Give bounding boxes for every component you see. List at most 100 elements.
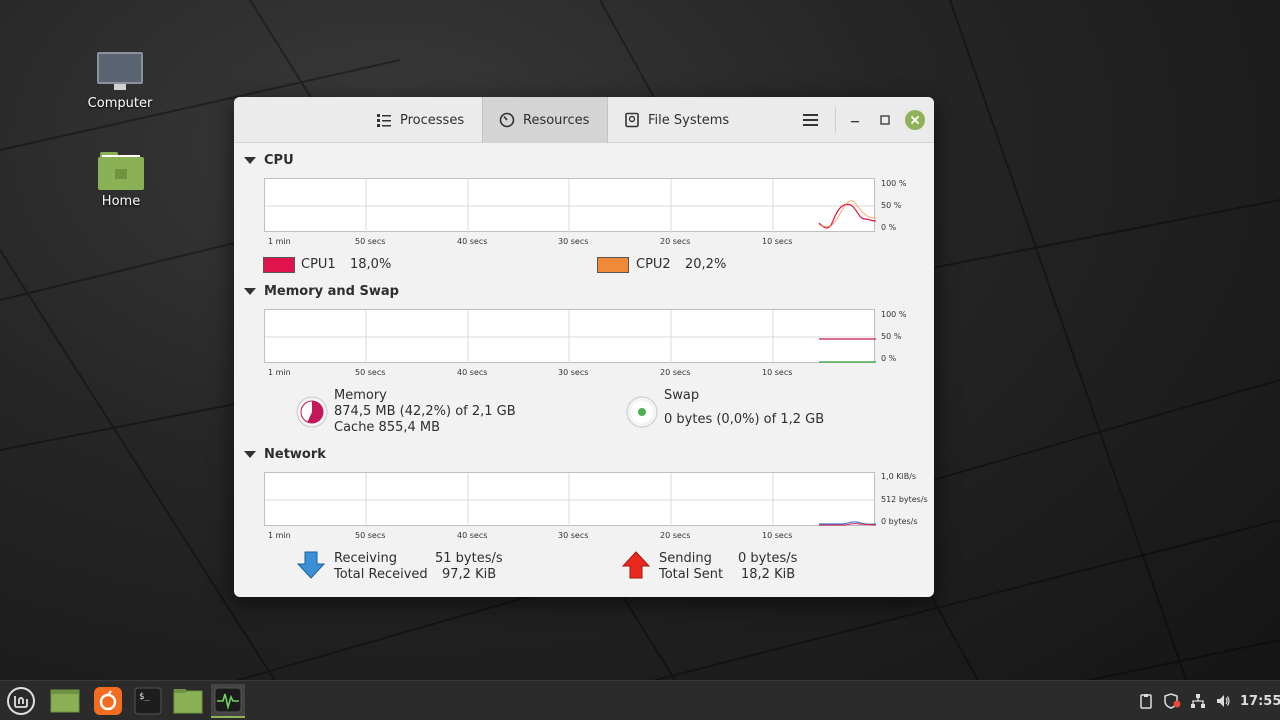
network-x-label: 30 secs [558, 531, 589, 540]
network-x-label: 20 secs [660, 531, 691, 540]
memory-x-label: 30 secs [558, 368, 589, 377]
total-sent-label: Total Sent [659, 567, 724, 582]
desktop-icon-computer[interactable]: Computer [80, 52, 160, 111]
cpu-y-label: 50 % [881, 201, 902, 210]
clock[interactable]: 17:55 [1240, 694, 1280, 709]
maximize-icon [880, 115, 890, 125]
section-title: CPU [264, 153, 294, 168]
mint-logo-icon [7, 687, 35, 715]
section-title: Memory and Swap [264, 284, 399, 299]
menu-button[interactable] [801, 110, 821, 130]
cpu2-label: CPU2 [636, 257, 671, 272]
memory-x-label: 20 secs [660, 368, 691, 377]
shield-update-icon[interactable] [1163, 693, 1181, 709]
desktop-icon-label: Computer [87, 96, 153, 111]
minimize-icon [851, 121, 859, 123]
cpu1-label: CPU1 [301, 257, 336, 272]
network-y-label: 512 bytes/s [881, 495, 928, 504]
expander-icon [244, 451, 256, 458]
close-button[interactable] [905, 110, 925, 130]
tab-file-systems[interactable]: File Systems [608, 97, 738, 143]
tab-processes[interactable]: Processes [360, 97, 482, 143]
disk-icon [625, 112, 639, 128]
system-monitor-window: Processes Resources File Systems CPU 100… [234, 97, 934, 597]
cpu2-value: 20,2% [685, 257, 727, 272]
swap-pie-icon[interactable] [626, 396, 658, 428]
gauge-icon [499, 112, 515, 128]
desktop-icon [50, 689, 80, 713]
show-desktop-button[interactable] [48, 684, 82, 718]
firefox-icon [94, 687, 122, 715]
memory-section-header[interactable]: Memory and Swap [244, 284, 399, 299]
memory-y-label: 0 % [881, 354, 897, 363]
cpu1-color-swatch[interactable] [263, 257, 295, 273]
expander-icon [244, 288, 256, 295]
network-y-label: 0 bytes/s [881, 517, 918, 526]
cpu1-value: 18,0% [350, 257, 392, 272]
download-arrow-icon[interactable] [296, 550, 326, 580]
memory-y-label: 50 % [881, 332, 902, 341]
svg-text:$_: $_ [139, 692, 150, 702]
receiving-line [819, 521, 876, 525]
tab-resources[interactable]: Resources [482, 97, 608, 143]
total-received-value: 97,2 KiB [442, 567, 497, 582]
cpu-y-label: 100 % [881, 179, 907, 188]
memory-x-label: 40 secs [457, 368, 488, 377]
desktop-icon-label: Home [101, 194, 141, 209]
firefox-launcher[interactable] [91, 684, 125, 718]
network-x-label: 50 secs [355, 531, 386, 540]
receiving-label: Receiving [334, 551, 398, 566]
cpu-x-label: 20 secs [660, 237, 691, 246]
cpu-graph [264, 178, 876, 233]
terminal-icon: $_ [134, 687, 162, 715]
memory-x-label: 10 secs [762, 368, 793, 377]
cpu-x-label: 40 secs [457, 237, 488, 246]
system-monitor-taskbar-item[interactable] [211, 684, 245, 718]
titlebar: Processes Resources File Systems [234, 97, 934, 143]
network-section-header[interactable]: Network [244, 447, 326, 462]
taskbar: $_ 17:55 [0, 680, 1280, 720]
cpu-section-header[interactable]: CPU [244, 153, 294, 168]
folder-icon [173, 689, 203, 714]
sending-value: 0 bytes/s [738, 551, 798, 566]
upload-arrow-icon[interactable] [621, 550, 651, 580]
desktop-icon-home[interactable]: Home [81, 152, 161, 209]
terminal-launcher[interactable]: $_ [131, 684, 165, 718]
sending-label: Sending [659, 551, 712, 566]
clipboard-icon[interactable] [1138, 693, 1154, 709]
maximize-button[interactable] [875, 110, 895, 130]
tab-label: Processes [400, 112, 465, 128]
close-icon [910, 115, 920, 125]
total-sent-value: 18,2 KiB [741, 567, 796, 582]
memory-x-label: 50 secs [355, 368, 386, 377]
network-x-label: 40 secs [457, 531, 488, 540]
menu-button[interactable] [4, 684, 38, 718]
swap-label: Swap [664, 388, 700, 403]
memory-pie-icon[interactable] [296, 396, 328, 428]
cpu-y-label: 0 % [881, 223, 897, 232]
cpu-x-label: 1 min [268, 237, 291, 246]
memory-x-label: 1 min [268, 368, 291, 377]
minimize-button[interactable] [845, 110, 865, 130]
cpu2-color-swatch[interactable] [597, 257, 629, 273]
cpu-x-label: 10 secs [762, 237, 793, 246]
total-received-label: Total Received [334, 567, 428, 582]
section-title: Network [264, 447, 326, 462]
network-x-label: 1 min [268, 531, 291, 540]
computer-icon [96, 52, 144, 92]
network-icon[interactable] [1190, 693, 1206, 709]
cpu-x-label: 50 secs [355, 237, 386, 246]
swap-value: 0 bytes (0,0%) of 1,2 GB [664, 412, 825, 427]
home-folder-icon [98, 152, 144, 190]
activity-monitor-icon [214, 687, 242, 713]
list-icon [377, 114, 391, 127]
memory-value: 874,5 MB (42,2%) of 2,1 GB [334, 404, 516, 419]
volume-icon[interactable] [1215, 693, 1231, 709]
tab-label: Resources [523, 112, 590, 128]
network-x-label: 10 secs [762, 531, 793, 540]
memory-label: Memory [334, 388, 387, 403]
titlebar-separator [835, 107, 836, 133]
files-launcher[interactable] [171, 684, 205, 718]
hamburger-icon [803, 114, 818, 126]
network-graph [264, 472, 876, 527]
